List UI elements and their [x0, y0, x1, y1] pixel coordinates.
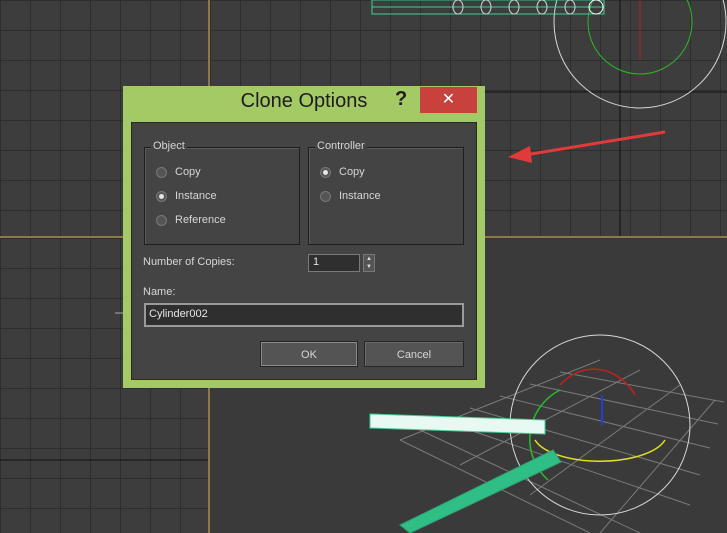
object-instance-radio[interactable]: Instance: [156, 188, 217, 204]
radio-button-selected[interactable]: [156, 190, 167, 202]
cylinder-clone-wireframe[interactable]: [369, 413, 546, 435]
object-copy-radio[interactable]: Copy: [156, 164, 201, 180]
gizmo-red-ring: [559, 368, 636, 396]
controller-group: Controller Copy Instance: [308, 140, 464, 245]
radio-label: Instance: [339, 190, 381, 202]
object-group: Object Copy Instance Reference: [144, 140, 300, 245]
radio-label: Copy: [339, 166, 365, 178]
controller-copy-radio[interactable]: Copy: [320, 164, 365, 180]
radio-button[interactable]: [156, 166, 167, 178]
cylinder-original[interactable]: [399, 449, 562, 533]
spinner-arrows-icon[interactable]: ▲ ▼: [363, 254, 375, 272]
name-input[interactable]: Cylinder002: [144, 303, 464, 327]
question-mark-icon[interactable]: ?: [395, 88, 407, 111]
controller-instance-radio[interactable]: Instance: [320, 188, 381, 204]
dialog-client-area: Object Copy Instance Reference Controlle…: [131, 122, 477, 380]
copies-input[interactable]: 1: [308, 254, 360, 272]
radio-button-selected[interactable]: [320, 166, 331, 178]
red-arrow-head: [508, 146, 532, 163]
clone-options-dialog: Clone Options ? ✕ Object Copy Instance R…: [123, 86, 485, 388]
copies-label: Number of Copies:: [143, 256, 235, 268]
ok-button[interactable]: OK: [260, 341, 358, 367]
radio-label: Copy: [175, 166, 201, 178]
radio-button[interactable]: [320, 190, 331, 202]
radio-button[interactable]: [156, 214, 167, 226]
red-arrow-annotation: [524, 130, 666, 157]
close-icon[interactable]: ✕: [420, 87, 477, 113]
object-reference-radio[interactable]: Reference: [156, 212, 226, 228]
cancel-button[interactable]: Cancel: [364, 341, 464, 367]
radio-label: Instance: [175, 190, 217, 202]
name-label: Name:: [143, 286, 176, 298]
controller-group-label: Controller: [315, 140, 367, 152]
object-group-label: Object: [151, 140, 187, 152]
radio-label: Reference: [175, 214, 226, 226]
